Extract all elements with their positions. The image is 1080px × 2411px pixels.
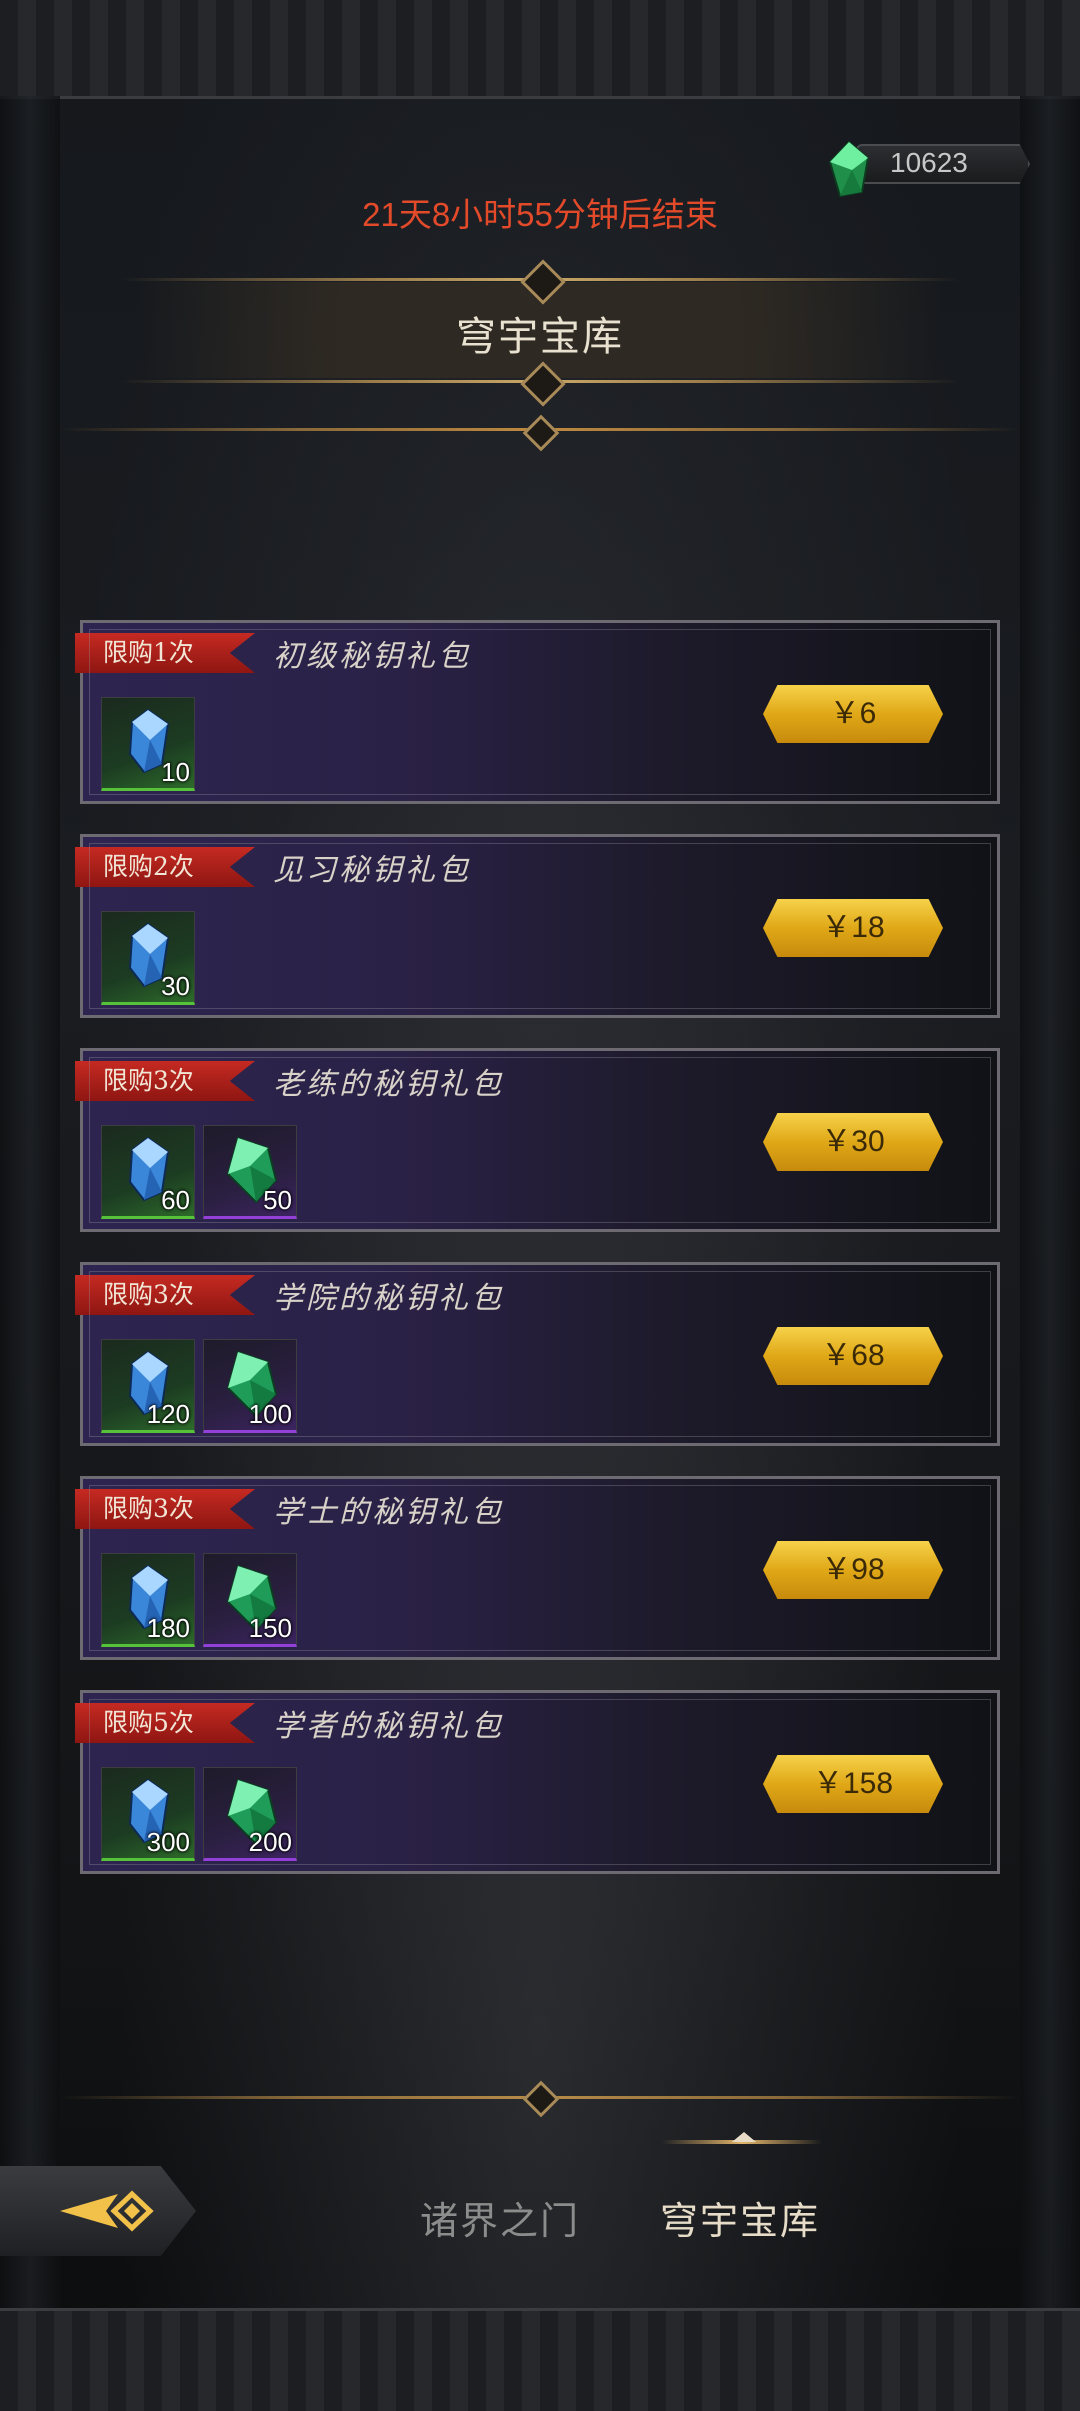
- purchase-limit-tag: 限购5次: [75, 1703, 255, 1743]
- pack-name: 学者的秘钥礼包: [273, 1709, 504, 1744]
- page-title: 穹宇宝库: [456, 314, 624, 360]
- pack-name: 学士的秘钥礼包: [273, 1495, 504, 1530]
- reward-item-crystal[interactable]: 100: [203, 1339, 297, 1433]
- buy-button-price: ￥6: [829, 697, 877, 730]
- pack-name: 学院的秘钥礼包: [273, 1281, 504, 1316]
- top-frame: [0, 0, 1080, 99]
- reward-item-key[interactable]: 30: [101, 911, 195, 1005]
- back-arrow-icon: [60, 2190, 154, 2232]
- pack-name: 老练的秘钥礼包: [273, 1067, 504, 1102]
- tab-vault[interactable]: 穹宇宝库: [660, 2190, 820, 2245]
- purchase-limit-tag: 限购3次: [75, 1061, 255, 1101]
- item-quantity: 100: [248, 1399, 292, 1429]
- pack-card: 限购5次 学者的秘钥礼包 300 200 ￥158: [75, 1690, 1000, 1874]
- title-banner: 穹宇宝库: [120, 259, 960, 407]
- reward-item-key[interactable]: 10: [101, 697, 195, 791]
- item-quantity: 10: [161, 757, 190, 787]
- reward-item-crystal[interactable]: 200: [203, 1767, 297, 1861]
- pack-card: 限购3次 学院的秘钥礼包 120 100 ￥68: [75, 1262, 1000, 1446]
- reward-item-crystal[interactable]: 150: [203, 1553, 297, 1647]
- reward-item-key[interactable]: 60: [101, 1125, 195, 1219]
- bottom-frame: [0, 2308, 1080, 2411]
- pack-card: 限购3次 老练的秘钥礼包 60 50 ￥30: [75, 1048, 1000, 1232]
- item-quantity: 150: [248, 1613, 292, 1643]
- buy-button[interactable]: ￥98: [763, 1541, 943, 1599]
- pack-name: 见习秘钥礼包: [273, 853, 471, 888]
- pack-card: 限购3次 学士的秘钥礼包 180 150 ￥98: [75, 1476, 1000, 1660]
- item-quantity: 60: [161, 1185, 190, 1215]
- tab-gate-of-realms[interactable]: 诸界之门: [420, 2190, 580, 2245]
- buy-button-price: ￥30: [821, 1125, 885, 1158]
- buy-button-price: ￥158: [812, 1767, 894, 1800]
- currency-amount: 10623: [890, 147, 968, 178]
- purchase-limit-tag: 限购3次: [75, 1275, 255, 1315]
- item-quantity: 30: [161, 971, 190, 1001]
- event-timer: 21天8小时55分钟后结束: [362, 196, 718, 233]
- purchase-limit-tag: 限购3次: [75, 1489, 255, 1529]
- purchase-limit-tag: 限购2次: [75, 847, 255, 887]
- item-quantity: 50: [263, 1185, 292, 1215]
- active-tab-caret: [732, 2132, 756, 2142]
- reward-item-key[interactable]: 300: [101, 1767, 195, 1861]
- buy-button-price: ￥98: [821, 1553, 885, 1586]
- pack-name: 初级秘钥礼包: [273, 639, 471, 674]
- item-quantity: 120: [146, 1399, 190, 1429]
- purchase-limit-tag: 限购1次: [75, 633, 255, 673]
- item-quantity: 200: [248, 1827, 292, 1857]
- right-pillar: [1020, 96, 1080, 2308]
- pack-card: 限购2次 见习秘钥礼包 30 ￥18: [75, 834, 1000, 1018]
- buy-button-price: ￥68: [821, 1339, 885, 1372]
- reward-item-crystal[interactable]: 50: [203, 1125, 297, 1219]
- reward-item-key[interactable]: 120: [101, 1339, 195, 1433]
- back-button[interactable]: [0, 2166, 196, 2256]
- item-quantity: 180: [146, 1613, 190, 1643]
- left-pillar: [0, 96, 60, 2308]
- buy-button[interactable]: ￥158: [763, 1755, 943, 1813]
- pack-card: 限购1次 初级秘钥礼包 10 ￥6: [75, 620, 1000, 804]
- buy-button[interactable]: ￥6: [763, 685, 943, 743]
- item-quantity: 300: [146, 1827, 190, 1857]
- buy-button[interactable]: ￥68: [763, 1327, 943, 1385]
- buy-button[interactable]: ￥18: [763, 899, 943, 957]
- reward-item-key[interactable]: 180: [101, 1553, 195, 1647]
- buy-button-price: ￥18: [821, 911, 885, 944]
- buy-button[interactable]: ￥30: [763, 1113, 943, 1171]
- currency-display: 10623: [826, 140, 1030, 198]
